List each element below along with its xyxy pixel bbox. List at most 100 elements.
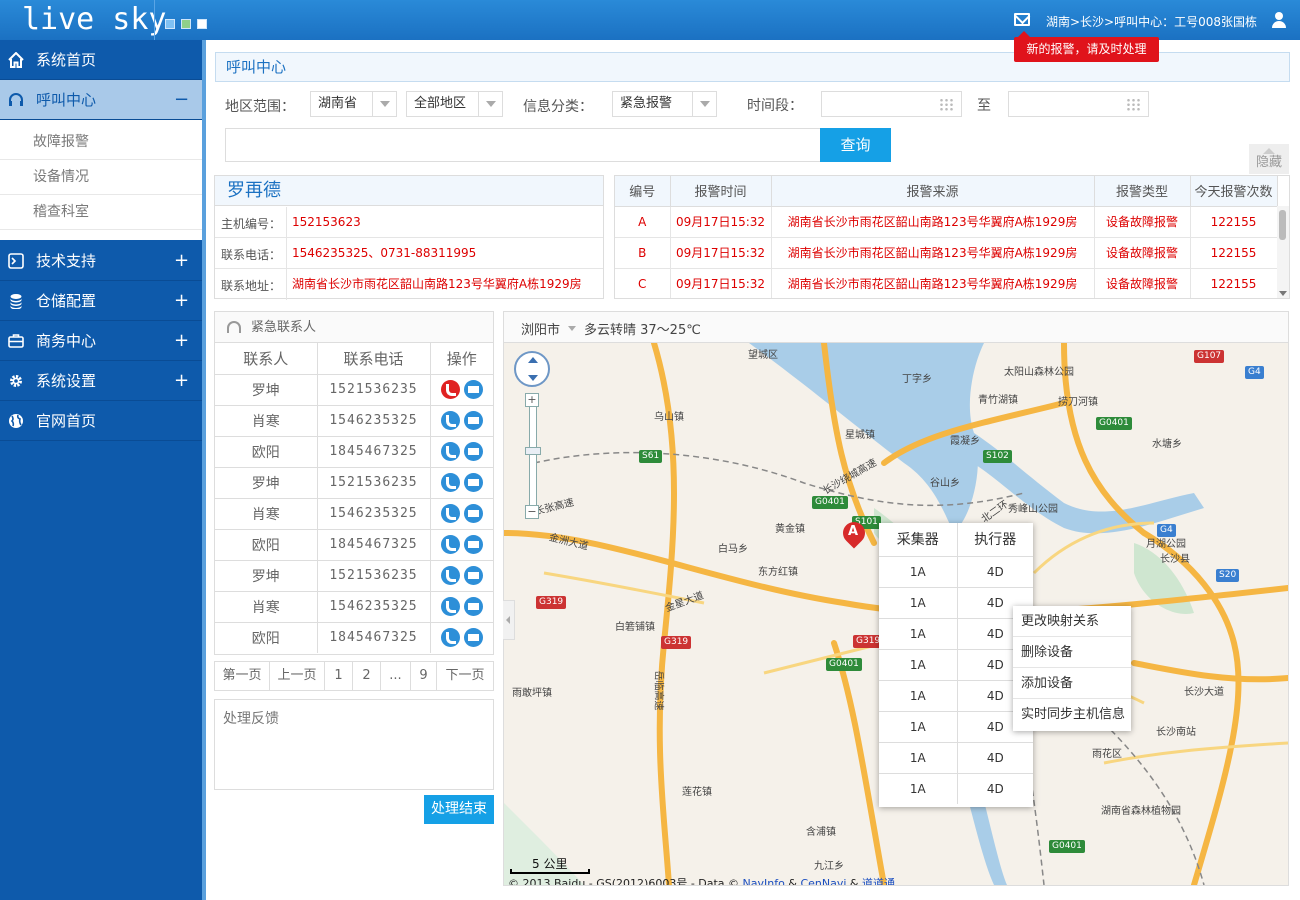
expand-icon[interactable]: +	[174, 241, 189, 281]
page-2[interactable]: 2	[353, 662, 381, 690]
page-prev[interactable]: 上一页	[270, 662, 325, 690]
nav-home[interactable]: 系统首页	[0, 40, 202, 80]
menu-item-sync-host[interactable]: 实时同步主机信息	[1013, 699, 1131, 730]
collapse-panel-toggle[interactable]	[503, 600, 515, 640]
mail-icon[interactable]	[463, 535, 483, 554]
user-icon[interactable]	[1271, 12, 1287, 28]
table-row[interactable]: A 09月17日15:32 湖南省长沙市雨花区韶山南路123号华翼府A栋1929…	[615, 206, 1278, 238]
collector-cell: 1A	[879, 711, 958, 743]
hide-button[interactable]: 隐藏	[1249, 144, 1289, 174]
phone-icon[interactable]	[440, 473, 460, 492]
page-first[interactable]: 第一页	[215, 662, 270, 690]
map-pan-control[interactable]	[514, 351, 550, 387]
menu-item-add-device[interactable]: 添加设备	[1013, 668, 1131, 699]
mail-icon[interactable]	[463, 380, 483, 399]
zoom-slider[interactable]	[529, 393, 537, 519]
copyright-link[interactable]: NavInfo	[743, 877, 785, 885]
calendar-icon[interactable]	[939, 98, 953, 111]
new-alert-tooltip[interactable]: 新的报警，请及时处理	[1014, 31, 1159, 62]
table-row[interactable]: 1A 4D	[879, 711, 1033, 743]
table-row[interactable]: 1A 4D	[879, 587, 1033, 619]
table-row[interactable]: 1A 4D	[879, 742, 1033, 774]
start-date-input[interactable]	[821, 91, 962, 117]
nav-official-site[interactable]: 官网首页	[0, 401, 202, 441]
table-row[interactable]: 1A 4D	[879, 649, 1033, 681]
phone-icon[interactable]	[440, 535, 460, 554]
query-button[interactable]: 查询	[820, 128, 891, 162]
expand-icon[interactable]: +	[174, 321, 189, 361]
contact-name: 肖寒	[215, 498, 318, 530]
calendar-icon[interactable]	[1126, 98, 1140, 111]
province-select[interactable]: 湖南省	[310, 91, 397, 117]
page-next[interactable]: 下一页	[437, 662, 493, 690]
expand-icon[interactable]: +	[174, 361, 189, 401]
contact-name: 罗坤	[215, 374, 318, 406]
nav-storage-config[interactable]: 仓储配置 +	[0, 281, 202, 321]
expand-icon[interactable]: +	[174, 281, 189, 321]
area-select[interactable]: 全部地区	[406, 91, 503, 117]
phone-icon[interactable]	[440, 566, 460, 585]
menu-item-change-mapping[interactable]: 更改映射关系	[1013, 606, 1131, 637]
mail-icon[interactable]	[463, 566, 483, 585]
phone-icon[interactable]	[440, 380, 460, 399]
mail-icon[interactable]	[463, 442, 483, 461]
mail-icon[interactable]	[463, 411, 483, 430]
collector-cell: 1A	[879, 742, 958, 774]
gear-icon	[10, 375, 22, 387]
page-1[interactable]: 1	[325, 662, 353, 690]
host-label: 主机编号：	[221, 217, 282, 231]
mail-icon[interactable]	[463, 628, 483, 648]
host-row: 主机编号： 152153623	[215, 207, 603, 238]
table-row[interactable]: 1A 4D	[879, 680, 1033, 712]
table-row: 欧阳 1845467325	[215, 529, 493, 561]
nav-label: 系统首页	[36, 51, 97, 69]
region-label: 地区范围：	[225, 99, 295, 115]
copyright-link[interactable]: 道道通	[862, 877, 895, 885]
theme-white-icon[interactable]	[197, 19, 207, 29]
phone-icon[interactable]	[440, 411, 460, 430]
phone-icon[interactable]	[440, 504, 460, 523]
nav-call-center[interactable]: 呼叫中心 −	[0, 80, 202, 120]
sub-item-fault-alarm[interactable]: 故障报警	[0, 125, 202, 160]
scroll-down-icon[interactable]	[1279, 291, 1287, 296]
phone-icon[interactable]	[440, 442, 460, 461]
map-label: 岳临高速	[652, 670, 664, 711]
phone-icon[interactable]	[440, 597, 460, 616]
sub-item-device-status[interactable]: 设备情况	[0, 160, 202, 195]
theme-blue-icon[interactable]	[165, 19, 175, 29]
category-select[interactable]: 紧急报警	[612, 91, 717, 117]
end-date-input[interactable]	[1008, 91, 1149, 117]
feedback-textarea[interactable]: 处理反馈	[214, 699, 494, 790]
map-canvas[interactable]: 望城区 丁字乡 太阳山森林公园 青竹湖镇 捞刀河镇 乌山镇 星城镇 霞凝乡 水塘…	[504, 343, 1288, 885]
table-row[interactable]: 1A 4D	[879, 618, 1033, 650]
nav-label: 仓储配置	[36, 292, 97, 310]
phone-icon[interactable]	[440, 628, 460, 648]
mail-icon[interactable]	[463, 597, 483, 616]
zoom-in-button[interactable]: +	[525, 393, 539, 407]
search-input[interactable]	[225, 128, 821, 162]
mail-icon[interactable]	[463, 473, 483, 492]
headset-icon	[227, 321, 241, 333]
zoom-out-button[interactable]: −	[525, 505, 539, 519]
theme-green-icon[interactable]	[181, 19, 191, 29]
table-row[interactable]: 1A 4D	[879, 556, 1033, 588]
nav-system-settings[interactable]: 系统设置 +	[0, 361, 202, 401]
contacts-table: 联系人 联系电话 操作 罗坤 1521536235 肖寒 1546235325 欧阳…	[215, 343, 493, 653]
alarm-scrollbar[interactable]	[1277, 206, 1289, 298]
collapse-icon[interactable]: −	[174, 80, 189, 120]
city-select[interactable]: 浏阳市	[521, 319, 577, 338]
mail-icon[interactable]	[1014, 13, 1030, 26]
table-row[interactable]: C 09月17日15:32 湖南省长沙市雨花区韶山南路123号华翼府A栋1929…	[615, 268, 1278, 298]
menu-item-delete-device[interactable]: 删除设备	[1013, 637, 1131, 668]
nav-business-center[interactable]: 商务中心 +	[0, 321, 202, 361]
mail-icon[interactable]	[463, 504, 483, 523]
scroll-thumb[interactable]	[1279, 210, 1286, 240]
table-row[interactable]: B 09月17日15:32 湖南省长沙市雨花区韶山南路123号华翼府A栋1929…	[615, 237, 1278, 269]
finish-button[interactable]: 处理结束	[424, 795, 494, 824]
sub-item-inspection[interactable]: 稽查科室	[0, 195, 202, 230]
copyright-link[interactable]: CenNavi	[800, 877, 846, 885]
page-9[interactable]: 9	[411, 662, 437, 690]
zoom-handle[interactable]	[525, 447, 541, 455]
nav-tech-support[interactable]: 技术支持 +	[0, 241, 202, 281]
table-row[interactable]: 1A 4D	[879, 773, 1033, 804]
